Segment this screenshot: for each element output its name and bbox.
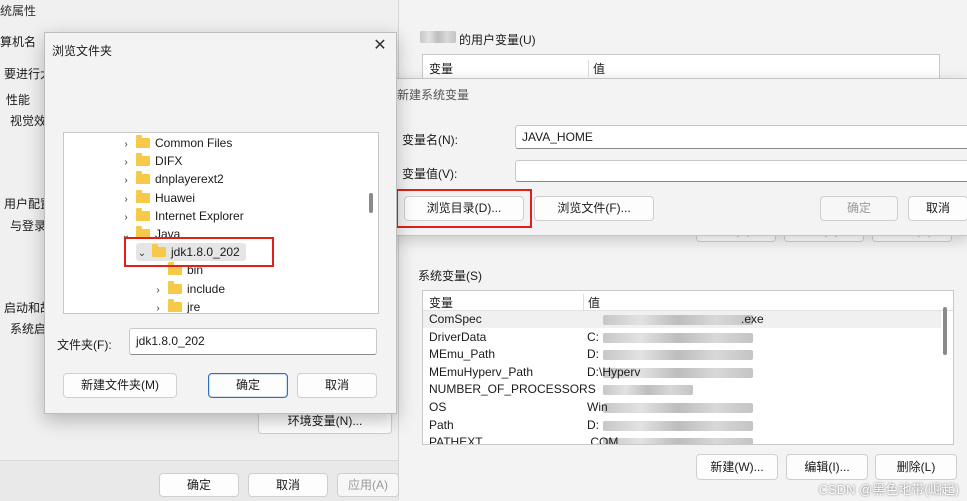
var-value: D: — [587, 347, 599, 362]
var-name: Path — [429, 417, 454, 432]
tree-item-label: dnplayerext2 — [155, 172, 224, 187]
var-value: D: — [587, 417, 599, 432]
sysprops-cancel-button[interactable]: 取消 — [248, 473, 328, 497]
user-col-value: 值 — [588, 60, 605, 77]
var-name: ComSpec — [429, 312, 482, 326]
sys-table-header: 变量 值 — [423, 291, 953, 311]
tree-item-label: include — [187, 281, 226, 296]
chevron-right-icon[interactable]: › — [152, 300, 164, 313]
table-row[interactable]: PATHEXT .COM — [423, 434, 941, 445]
highlight-jdk-folder — [124, 237, 274, 267]
folder-tree[interactable]: › Common Files › DIFX › dnplayerext2 › Huawei › I… — [63, 132, 379, 314]
tree-item[interactable]: › Huawei — [120, 189, 195, 207]
table-row[interactable]: Path D: — [423, 417, 941, 434]
folder-icon — [136, 135, 150, 148]
table-row[interactable]: NUMBER_OF_PROCESSORS — [423, 381, 941, 398]
newvar-ok-button[interactable]: 确定 — [820, 196, 898, 221]
table-row[interactable]: DriverData C: — [423, 329, 941, 346]
var-name: OS — [429, 400, 447, 414]
variable-value-field[interactable] — [515, 160, 967, 182]
dialog-title: 新建系统变量 — [397, 88, 470, 102]
tree-item[interactable]: › dnplayerext2 — [120, 170, 224, 188]
folder-name-field[interactable]: jdk1.8.0_202 — [129, 328, 377, 355]
table-row[interactable]: MEmuHyperv_Path D:\Hyperv — [423, 364, 941, 381]
browse-file-button[interactable]: 浏览文件(F)... — [534, 196, 654, 221]
redacted-value — [603, 332, 753, 343]
browse-dialog-title: 浏览文件夹 — [52, 44, 113, 58]
tab-computer-name[interactable]: 算机名 — [0, 33, 36, 50]
folder-icon — [168, 280, 182, 294]
redacted-value — [603, 403, 753, 413]
close-icon[interactable]: ✕ — [371, 37, 389, 55]
highlight-browse-directory — [396, 189, 532, 228]
user-variables-label: 的用户变量(U) — [459, 33, 536, 47]
username-redacted — [420, 31, 456, 43]
var-value: .exe — [741, 312, 764, 326]
tree-scrollbar[interactable] — [369, 193, 373, 213]
performance-label: 性能 — [6, 93, 31, 107]
sys-col-value: 值 — [583, 294, 600, 311]
var-value: .COM — [587, 435, 619, 445]
folder-icon — [136, 189, 150, 203]
login-label: 与登录 — [10, 219, 47, 233]
table-row[interactable]: ComSpec .exe — [423, 311, 941, 328]
var-name: PATHEXT — [429, 435, 483, 445]
var-name: MEmuHyperv_Path — [429, 364, 534, 379]
redacted-value — [603, 385, 693, 396]
watermark: CSDN @黑色地带(崛起) — [818, 482, 959, 497]
var-name: MEmu_Path — [429, 347, 496, 362]
tree-item[interactable]: › include — [152, 280, 225, 298]
redacted-value — [603, 420, 753, 431]
redacted-value — [603, 350, 753, 361]
folder-icon — [136, 153, 150, 167]
tree-item[interactable]: › jre — [152, 298, 201, 314]
window-title: 统属性 — [0, 4, 37, 18]
var-name: NUMBER_OF_PROCESSORS — [429, 382, 596, 397]
tree-item-label: Common Files — [155, 136, 233, 150]
user-col-variable: 变量 — [429, 62, 454, 76]
sys-table-scrollbar[interactable] — [943, 307, 947, 355]
variable-name-label: 变量名(N): — [402, 133, 458, 147]
tree-item-label: DIFX — [155, 154, 183, 169]
table-row[interactable]: OS Win — [423, 399, 941, 416]
system-variables-table: 变量 值 ComSpec .exe DriverData C: MEmu_Path D: M… — [422, 290, 954, 445]
table-row[interactable]: MEmu_Path D: — [423, 346, 941, 363]
sysprops-ok-button[interactable]: 确定 — [159, 473, 239, 497]
sys-col-variable: 变量 — [429, 296, 454, 310]
variable-value-label: 变量值(V): — [402, 167, 458, 181]
folder-label: 文件夹(F): — [57, 338, 112, 352]
tree-item-label: jre — [187, 299, 201, 314]
variable-name-field[interactable]: JAVA_HOME — [515, 125, 967, 149]
folder-icon — [136, 171, 150, 185]
browse-folder-dialog: 浏览文件夹 ✕ › Common Files › DIFX › dnplayerext2 ›… — [44, 32, 397, 414]
folder-icon — [136, 207, 150, 221]
folder-icon — [168, 298, 182, 312]
tree-item[interactable]: › Internet Explorer — [120, 207, 244, 225]
var-value: Win — [587, 400, 608, 414]
system-edit-button[interactable]: 编辑(I)... — [786, 454, 868, 480]
newvar-cancel-button[interactable]: 取消 — [908, 196, 967, 221]
tree-item[interactable]: › DIFX — [120, 152, 182, 170]
redacted-value — [603, 438, 753, 444]
environment-variables-window: 的用户变量(U) 变量 值 新建(N)... 编辑(E)... 删除(D) 系统… — [400, 0, 967, 500]
new-folder-button[interactable]: 新建文件夹(M) — [63, 373, 177, 398]
browse-ok-button[interactable]: 确定 — [208, 373, 288, 398]
tree-item-label: Huawei — [155, 190, 196, 205]
var-name: DriverData — [429, 329, 487, 344]
tree-item-label: Internet Explorer — [155, 208, 244, 223]
system-delete-button[interactable]: 删除(L) — [875, 454, 957, 480]
system-new-button[interactable]: 新建(W)... — [696, 454, 778, 480]
var-value: D:\Hyperv — [587, 364, 641, 379]
tree-item[interactable]: › Common Files — [120, 134, 232, 152]
sysprops-apply-button[interactable]: 应用(A) — [337, 473, 399, 497]
system-variables-label: 系统变量(S) — [418, 269, 482, 283]
var-value: C: — [587, 329, 599, 344]
redacted-value — [603, 315, 753, 325]
browse-cancel-button[interactable]: 取消 — [297, 373, 377, 398]
